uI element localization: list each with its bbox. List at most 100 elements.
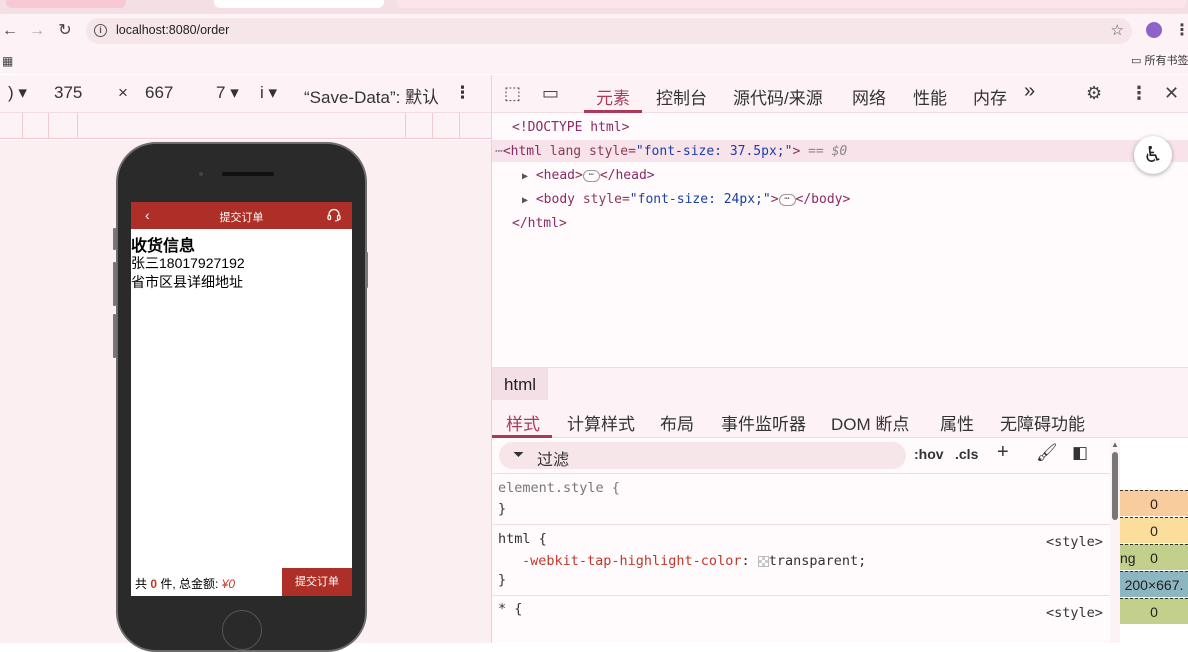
box-model-padding-bottom[interactable]: 0 — [1120, 598, 1188, 624]
recipient-address: 省市区县详细地址 — [131, 274, 243, 290]
devtools-menu-icon[interactable]: ⋮ — [1130, 83, 1148, 104]
phone-side-button — [113, 314, 116, 358]
browser-tab[interactable] — [396, 0, 1186, 8]
ruler-segment[interactable] — [22, 113, 23, 139]
styles-tab-bar: 样式 计算样式 布局 事件监听器 DOM 断点 属性 无障碍功能 — [491, 400, 1188, 438]
viewport-width-input[interactable]: 375 — [54, 83, 82, 103]
scroll-up-arrow-icon[interactable]: ▲ — [1111, 440, 1119, 449]
collapsed-content-icon[interactable]: ⋯ — [778, 193, 796, 206]
styles-filter-input[interactable]: ⏷ 过滤 — [499, 442, 906, 469]
zoom-dropdown[interactable]: 7 ▾ — [216, 83, 239, 103]
dom-node-head[interactable]: ▶ <head> ⋯ </head> — [522, 168, 655, 183]
browser-tab-active[interactable] — [214, 0, 384, 8]
hover-state-toggle[interactable]: :hov — [914, 446, 944, 462]
tab-dom-breakpoints[interactable]: DOM 断点 — [831, 410, 909, 435]
ruler-segment[interactable] — [432, 113, 433, 139]
dom-node-html[interactable]: ⋯<html lang style="font-size: 37.5px;"> … — [495, 144, 847, 159]
accessibility-tree-icon[interactable]: ♿ — [1134, 136, 1172, 174]
paint-roller-icon[interactable]: 🖌 — [1036, 443, 1058, 463]
color-swatch[interactable] — [757, 555, 769, 567]
forward-arrow-icon[interactable]: → — [26, 20, 48, 42]
all-bookmarks-folder[interactable]: ▭ 所有书签 — [1131, 52, 1188, 68]
tab-properties[interactable]: 属性 — [940, 410, 974, 435]
box-model-margin[interactable]: 0 — [1120, 490, 1188, 516]
back-arrow-icon[interactable]: ← — [0, 20, 21, 42]
site-info-icon[interactable]: i — [94, 24, 107, 37]
element-style-selector[interactable]: element.style { — [498, 480, 620, 496]
head-close-tag: </head> — [599, 168, 655, 183]
breadcrumb-html[interactable]: html — [492, 368, 548, 401]
throttle-dropdown-label: i — [260, 83, 264, 102]
dom-doctype[interactable]: <!DOCTYPE html> — [512, 120, 629, 135]
tab-layout[interactable]: 布局 — [660, 410, 694, 435]
collapsed-content-icon[interactable]: ⋯ — [582, 169, 600, 182]
device-dropdown[interactable]: ) ▾ — [8, 83, 27, 103]
device-toggle-icon[interactable]: ▭ — [542, 83, 559, 104]
tab-console[interactable]: 控制台 — [656, 84, 707, 109]
bookmark-star-icon[interactable]: ☆ — [1111, 21, 1124, 39]
tab-network[interactable]: 网络 — [852, 84, 886, 109]
profile-avatar[interactable] — [1146, 22, 1162, 38]
viewport-height-input[interactable]: 667 — [145, 83, 173, 103]
toggle-sidebar-icon[interactable]: ◧ — [1072, 443, 1088, 463]
settings-gear-icon[interactable]: ⚙ — [1086, 83, 1102, 104]
tab-styles[interactable]: 样式 — [506, 410, 540, 435]
box-model-content[interactable]: 200×667. — [1120, 571, 1188, 597]
universal-rule-selector[interactable]: * { — [498, 601, 522, 617]
tab-computed[interactable]: 计算样式 — [567, 410, 635, 435]
item-count: 0 — [150, 577, 158, 591]
node-ellipsis-icon[interactable]: ⋯ — [495, 144, 503, 159]
address-bar[interactable]: i localhost:8080/order ☆ — [86, 18, 1132, 44]
more-tabs-icon[interactable]: » — [1024, 80, 1035, 103]
ruler-segment[interactable] — [48, 113, 49, 139]
html-rule-declaration[interactable]: -webkit-tap-highlight-color: transparent… — [522, 553, 866, 569]
apps-grid-icon[interactable]: ▦ — [2, 54, 13, 68]
ruler-segment[interactable] — [77, 113, 78, 139]
phone-side-button — [113, 228, 116, 250]
expand-triangle-icon[interactable]: ▶ — [522, 195, 528, 206]
browser-menu-icon[interactable]: ⋮ — [1174, 20, 1188, 40]
device-toolbar-more-icon[interactable]: ⋮ — [454, 83, 471, 103]
class-toggle[interactable]: .cls — [955, 446, 978, 462]
browser-tab[interactable] — [6, 0, 126, 8]
scrollbar-thumb[interactable] — [1112, 452, 1118, 520]
html-rule-selector[interactable]: html { — [498, 531, 547, 547]
rule-source-link[interactable]: <style> — [1046, 605, 1103, 621]
close-devtools-icon[interactable]: ✕ — [1164, 83, 1179, 104]
headset-icon[interactable] — [327, 208, 341, 222]
expand-triangle-icon[interactable]: ▶ — [522, 171, 528, 182]
device-toolbar: ) ▾ 375 × 667 7 ▾ i ▾ “Save-Data”: 默认 ⋮ — [0, 75, 491, 113]
reload-icon[interactable]: ↻ — [54, 20, 76, 42]
dom-html-close[interactable]: </html> — [512, 216, 567, 231]
dropdown-arrow-icon: ▾ — [18, 83, 27, 102]
new-rule-plus-icon[interactable]: + — [997, 441, 1009, 464]
tab-sources[interactable]: 源代码/来源 — [733, 84, 823, 109]
phone-camera — [199, 172, 203, 176]
url-text[interactable]: localhost:8080/order — [116, 23, 229, 37]
tab-memory[interactable]: 内存 — [973, 84, 1007, 109]
order-summary: 共 0 件, 总金额: ¥0 — [135, 575, 235, 592]
head-open-tag: <head> — [535, 168, 583, 183]
divider — [492, 595, 1110, 596]
folder-icon: ▭ — [1131, 55, 1142, 67]
tab-performance[interactable]: 性能 — [913, 84, 947, 109]
attr-style: style= — [588, 144, 636, 159]
throttle-dropdown[interactable]: i ▾ — [260, 83, 277, 103]
styles-scrollbar[interactable]: ▲ — [1110, 440, 1120, 643]
save-data-dropdown[interactable]: “Save-Data”: 默认 — [304, 83, 438, 108]
summary-prefix: 共 — [135, 577, 148, 591]
inspect-element-icon[interactable]: ⬚ — [504, 83, 521, 104]
rule-source-link[interactable]: <style> — [1046, 534, 1103, 550]
box-model-border[interactable]: 0 — [1120, 517, 1188, 543]
elements-panel: <!DOCTYPE html> ⋯<html lang style="font-… — [491, 113, 1188, 367]
submit-order-button[interactable]: 提交订单 — [282, 568, 352, 596]
box-model-padding[interactable]: ng 0 — [1120, 544, 1188, 570]
tab-accessibility[interactable]: 无障碍功能 — [1000, 410, 1085, 435]
tab-event-listeners[interactable]: 事件监听器 — [721, 410, 806, 435]
ruler-segment[interactable] — [405, 113, 406, 139]
divider — [492, 524, 1110, 525]
ruler-segment[interactable] — [459, 113, 460, 139]
phone-screen: ‹ 提交订单 收货信息 张三18017927192 省市区县详细地址 共 0 件… — [131, 202, 352, 596]
tab-elements[interactable]: 元素 — [596, 84, 630, 109]
dom-node-body[interactable]: ▶ <body style="font-size: 24px;"> ⋯ </body… — [522, 192, 850, 207]
